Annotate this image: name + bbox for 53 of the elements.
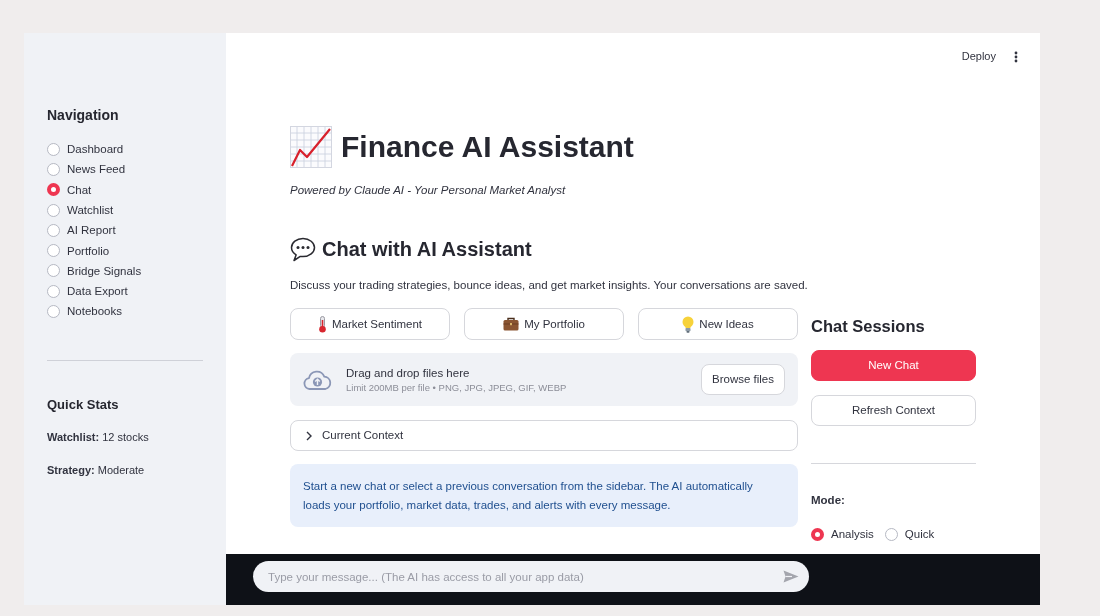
stat-text: Strategy: Moderate bbox=[47, 462, 146, 478]
radio-button[interactable] bbox=[47, 162, 60, 176]
stat-text: Watchlist: 12 stocks bbox=[47, 429, 150, 445]
nav-option[interactable]: Bridge Signals bbox=[67, 262, 142, 279]
radio-button[interactable] bbox=[47, 183, 60, 197]
light-bulb-icon bbox=[682, 315, 695, 333]
nav-option[interactable]: Portfolio bbox=[67, 242, 110, 259]
nav-option[interactable]: Dashboard bbox=[67, 141, 124, 158]
thermometer-icon bbox=[317, 315, 327, 333]
radio-button[interactable] bbox=[47, 264, 60, 278]
refresh-button[interactable]: Refresh Context bbox=[811, 395, 976, 426]
sidebar-heading: Quick Stats bbox=[47, 395, 120, 414]
nav-option[interactable]: Watchlist bbox=[67, 202, 114, 219]
radio-button[interactable] bbox=[47, 244, 60, 258]
dropzone-title: Drag and drop files here bbox=[346, 365, 471, 381]
description-text: Discuss your trading strategies, bounce ideas, and get market insights. Your conversations are saved. bbox=[290, 278, 809, 293]
radio-button[interactable] bbox=[47, 142, 60, 156]
section-title: Chat with AI Assistant bbox=[322, 237, 532, 262]
sidebar-heading: Navigation bbox=[47, 106, 120, 125]
chat-input-field[interactable]: Type your message... (The AI has access to all your app data) bbox=[253, 561, 809, 592]
sessions-title: Chat Sessions bbox=[811, 316, 926, 337]
radio-button[interactable] bbox=[47, 305, 60, 318]
mode-option[interactable]: Analysis bbox=[831, 526, 874, 543]
deploy-button[interactable]: Deploy bbox=[957, 47, 1000, 67]
nav-option[interactable]: Chat bbox=[67, 181, 92, 198]
new-chat-button[interactable]: New Chat bbox=[811, 350, 976, 381]
radio-button[interactable] bbox=[811, 527, 824, 541]
quick-action-button[interactable]: New Ideas bbox=[638, 308, 798, 340]
nav-option[interactable]: AI Report bbox=[67, 222, 116, 239]
file-dropzone[interactable]: Drag and drop files here Limit 200MB per file • PNG, JPG, JPEG, GIF, WEBP Browse files bbox=[290, 353, 798, 406]
nav-option[interactable]: Notebooks bbox=[67, 303, 122, 320]
send-icon[interactable] bbox=[783, 570, 799, 583]
radio-button[interactable] bbox=[47, 284, 60, 298]
line-chart-icon bbox=[290, 126, 332, 168]
more-options-icon[interactable] bbox=[1014, 51, 1018, 63]
mode-option[interactable]: Quick bbox=[904, 526, 935, 543]
page-subtitle: Powered by Claude AI - Your Personal Market Analyst bbox=[290, 183, 567, 198]
quick-action-button[interactable]: Market Sentiment bbox=[290, 308, 450, 340]
speech-bubble-icon bbox=[290, 236, 316, 262]
radio-button[interactable] bbox=[47, 203, 60, 217]
nav-option[interactable]: Data Export bbox=[67, 283, 128, 300]
dropzone-hint: Limit 200MB per file • PNG, JPG, JPEG, GIF, WEBP bbox=[346, 380, 567, 395]
nav-option[interactable]: News Feed bbox=[67, 161, 126, 178]
expander-header[interactable]: Current Context bbox=[290, 420, 798, 451]
briefcase-icon bbox=[503, 317, 520, 331]
page-title: Finance AI Assistant bbox=[341, 129, 634, 165]
browse-files-button[interactable]: Browse files bbox=[701, 364, 785, 395]
radio-button[interactable] bbox=[47, 223, 60, 237]
mode-label: Mode: bbox=[811, 493, 846, 508]
info-message: Start a new chat or select a previous conversation from the sidebar. The AI automatically loads your portfolio, market data, trades, and alerts with every message. bbox=[290, 464, 798, 527]
quick-action-button[interactable]: My Portfolio bbox=[464, 308, 624, 340]
upload-cloud-icon bbox=[303, 369, 332, 390]
radio-button[interactable] bbox=[884, 527, 898, 541]
